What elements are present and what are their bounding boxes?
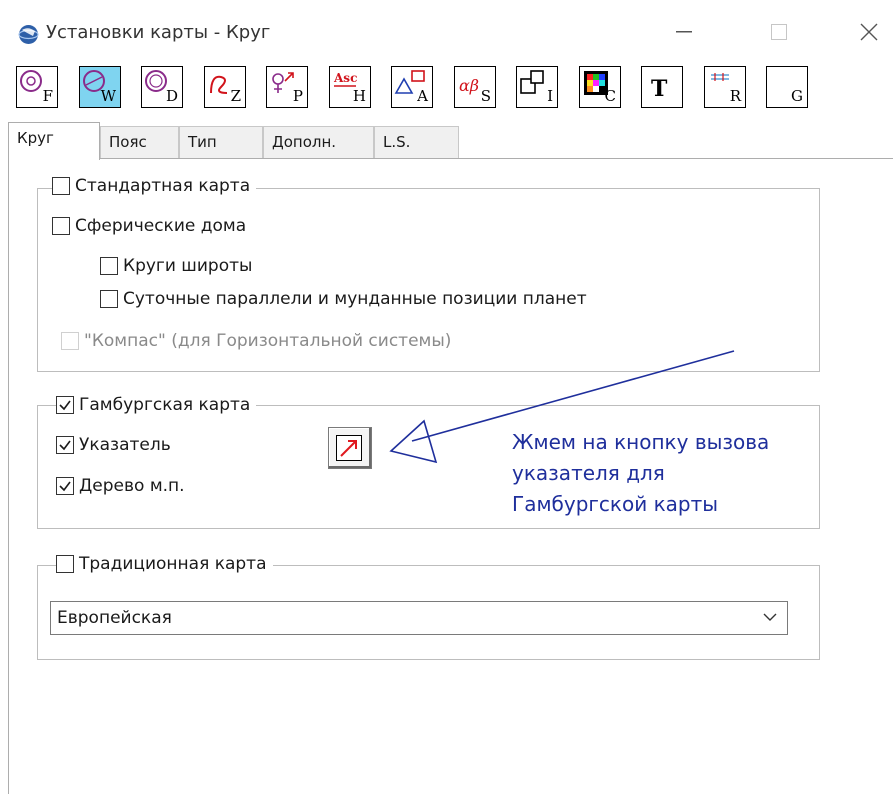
planets-p-button[interactable]: P (266, 66, 308, 108)
checkbox-box[interactable] (100, 257, 118, 275)
close-button[interactable] (845, 12, 893, 52)
compass-checkbox: "Компас" (для Горизонтальной системы) (61, 331, 452, 351)
pointer-checkbox[interactable]: Указатель (56, 435, 171, 455)
latitude-circles-checkbox[interactable]: Круги широты (100, 256, 253, 276)
title-bar: Установки карты - Круг (0, 0, 893, 60)
standard-chart-checkbox[interactable]: Стандартная карта (52, 176, 257, 196)
check-icon (59, 400, 71, 411)
maximize-button[interactable] (755, 12, 803, 52)
chart-d-button[interactable]: D (141, 66, 183, 108)
font-icon: T (651, 76, 668, 102)
minimize-icon (676, 31, 692, 33)
chart-f-button[interactable]: F (16, 66, 58, 108)
traditional-chart-checkbox[interactable]: Традиционная карта (56, 554, 273, 574)
tab-belt[interactable]: Пояс (100, 126, 179, 158)
g-button[interactable]: G (766, 66, 808, 108)
tab-type[interactable]: Тип (179, 126, 263, 158)
zodiac-z-button[interactable]: Z (204, 66, 246, 108)
window-title: Установки карты - Круг (46, 22, 271, 43)
tab-ls[interactable]: L.S. (374, 126, 459, 158)
svg-text:αβ: αβ (459, 76, 479, 95)
hamburg-chart-checkbox[interactable]: Гамбургская карта (56, 395, 257, 415)
fonts-t-button[interactable]: T (641, 66, 683, 108)
stars-s-button[interactable]: αβ S (454, 66, 496, 108)
diagonal-arrow-icon (340, 440, 357, 457)
checkbox-box[interactable] (52, 217, 70, 235)
chevron-down-icon (763, 613, 777, 621)
maximize-icon (771, 24, 787, 40)
tradition-select[interactable]: Европейская (50, 601, 788, 635)
close-icon (860, 23, 878, 41)
checkbox-box[interactable] (56, 436, 74, 454)
checkbox-box[interactable] (56, 396, 74, 414)
tab-circle[interactable]: Круг (8, 122, 100, 160)
tab-extra[interactable]: Дополн. (263, 126, 374, 158)
checkbox-box[interactable] (56, 477, 74, 495)
info-i-button[interactable]: I (516, 66, 558, 108)
checkbox-box[interactable] (52, 177, 70, 195)
pointer-button[interactable] (328, 427, 372, 469)
colors-c-button[interactable]: C (579, 66, 621, 108)
spherical-houses-checkbox[interactable]: Сферические дома (52, 216, 247, 236)
tab-bar: Круг Пояс Тип Дополн. L.S. (8, 122, 893, 160)
r-button[interactable]: R (704, 66, 746, 108)
houses-h-button[interactable]: Asc H (329, 66, 371, 108)
checkbox-box[interactable] (100, 290, 118, 308)
diurnal-parallels-checkbox[interactable]: Суточные параллели и мунданные позиции п… (100, 289, 587, 309)
svg-text:Asc: Asc (333, 71, 357, 85)
chart-w-button[interactable]: W (79, 66, 121, 108)
minimize-button[interactable] (660, 12, 708, 52)
checkbox-box (61, 332, 79, 350)
globe-icon (18, 24, 39, 45)
checkbox-box[interactable] (56, 555, 74, 573)
svg-text:T: T (651, 76, 668, 102)
check-icon (59, 481, 71, 492)
aspects-a-button[interactable]: A (391, 66, 433, 108)
check-icon (59, 440, 71, 451)
toolbar: F W D Z P Asc H A αβ S I C T R G (16, 66, 886, 114)
tree-checkbox[interactable]: Дерево м.п. (56, 476, 185, 496)
annotation-text: Жмем на кнопку вызова указателя для Гамб… (512, 430, 770, 516)
